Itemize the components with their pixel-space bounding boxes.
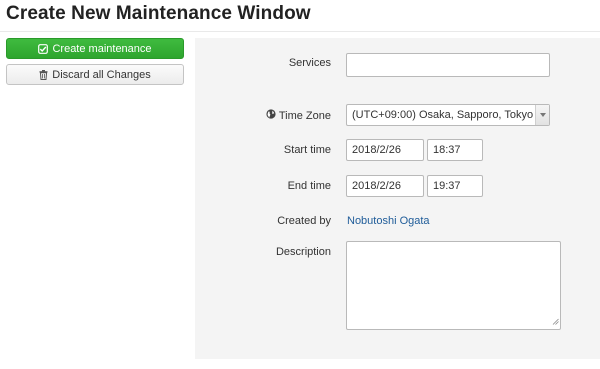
trash-icon	[39, 69, 48, 80]
discard-changes-label: Discard all Changes	[52, 68, 151, 81]
start-time-value: 18:37	[433, 144, 461, 156]
check-square-icon	[38, 43, 49, 54]
created-by-user-link[interactable]: Nobutoshi Ogata	[347, 215, 430, 227]
description-value	[347, 242, 357, 250]
end-date-value: 2018/2/26	[352, 180, 401, 192]
create-maintenance-label: Create maintenance	[52, 42, 152, 55]
caret-down-icon[interactable]	[535, 105, 549, 125]
time-zone-select[interactable]: (UTC+09:00) Osaka, Sapporo, Tokyo	[346, 104, 550, 126]
end-time-value: 19:37	[433, 180, 461, 192]
start-time-input[interactable]: 18:37	[427, 139, 483, 161]
page-title: Create New Maintenance Window	[6, 3, 311, 24]
time-zone-label-text: Time Zone	[278, 109, 331, 122]
resize-grip-icon[interactable]	[552, 316, 559, 328]
discard-changes-button[interactable]: Discard all Changes	[6, 64, 184, 85]
created-by-label: Created by	[277, 215, 331, 227]
title-divider	[0, 31, 600, 32]
description-label: Description	[275, 246, 331, 258]
end-time-input[interactable]: 19:37	[427, 175, 483, 197]
globe-icon	[266, 109, 279, 122]
services-label: Services	[288, 57, 331, 69]
end-time-label: End time	[287, 180, 331, 192]
time-zone-label: Time Zone	[266, 109, 331, 122]
start-date-value: 2018/2/26	[352, 144, 401, 156]
time-zone-selected-value: (UTC+09:00) Osaka, Sapporo, Tokyo	[352, 109, 534, 121]
services-input[interactable]	[346, 53, 550, 77]
end-date-input[interactable]: 2018/2/26	[346, 175, 424, 197]
start-date-input[interactable]: 2018/2/26	[346, 139, 424, 161]
description-textarea[interactable]	[346, 241, 561, 330]
create-maintenance-button[interactable]: Create maintenance	[6, 38, 184, 59]
start-time-label: Start time	[283, 144, 331, 156]
